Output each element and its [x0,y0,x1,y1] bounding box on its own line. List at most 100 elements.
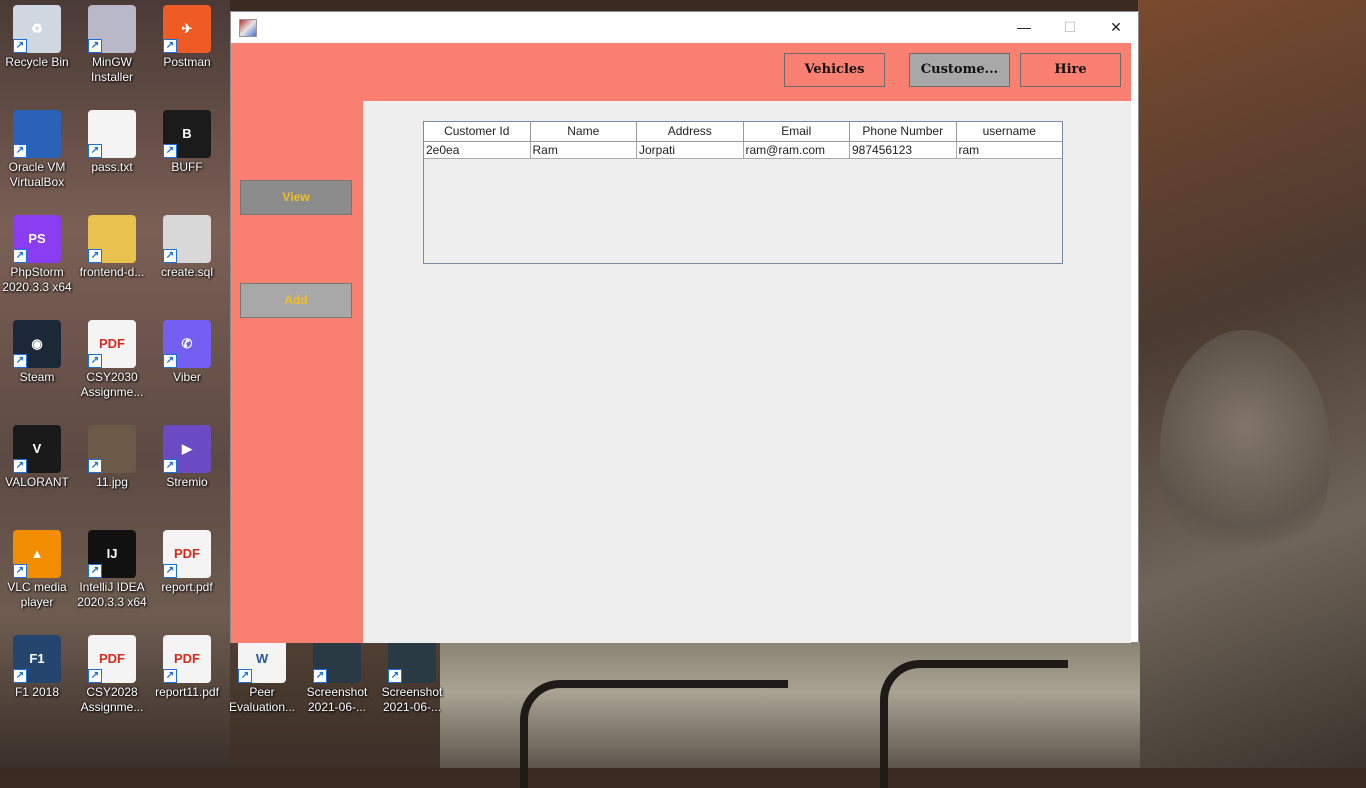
shortcut-arrow-icon: ↗ [163,564,177,578]
desktop-shortcut-label: Screenshot 2021-06-... [381,685,443,714]
f1-game-icon: F1 ↗ [13,635,61,683]
shortcut-arrow-icon: ↗ [238,669,252,683]
desktop-shortcut-label: PhpStorm 2020.3.3 x64 [2,265,72,294]
desktop-shortcut-label: Oracle VM VirtualBox [8,160,66,189]
view-button[interactable]: View [240,180,352,215]
table-cell[interactable]: 2e0ea [424,142,531,158]
maximize-button[interactable]: ☐ [1047,12,1093,43]
shortcut-arrow-icon: ↗ [88,249,102,263]
sql-file-icon: ↗ [163,215,211,263]
column-header[interactable]: Phone Number [850,122,957,141]
shortcut-arrow-icon: ↗ [88,144,102,158]
desktop-shortcut[interactable]: ↗ create.sql [150,215,224,280]
pdf-icon: PDF ↗ [163,635,211,683]
desktop-shortcut[interactable]: ↗ Oracle VM VirtualBox [0,110,74,190]
desktop-shortcut[interactable]: ↗ 11.jpg [75,425,149,490]
desktop-shortcut[interactable]: ✆ ↗ Viber [150,320,224,385]
folder-icon: ↗ [88,215,136,263]
add-button[interactable]: Add [240,283,352,318]
pdf-icon: PDF ↗ [88,635,136,683]
shortcut-arrow-icon: ↗ [13,144,27,158]
vehicles-nav-button[interactable]: Vehicles [784,53,885,87]
desktop-shortcut-label: F1 2018 [14,685,60,699]
desktop-shortcut[interactable]: B ↗ BUFF [150,110,224,175]
table-cell[interactable]: Jorpati [637,142,744,158]
customers-table[interactable]: Customer Id Name Address Email Phone Number u… [423,121,1063,264]
shortcut-arrow-icon: ↗ [163,459,177,473]
desktop-shortcut[interactable]: ↗ Screenshot 2021-06-... [300,635,374,715]
shortcut-arrow-icon: ↗ [88,39,102,53]
desktop-shortcut[interactable]: ♻ ↗ Recycle Bin [0,5,74,70]
customers-nav-button[interactable]: Custome... [909,53,1010,87]
viber-icon: ✆ ↗ [163,320,211,368]
desktop-shortcut[interactable]: PDF ↗ report.pdf [150,530,224,595]
desktop-shortcut-label: CSY2028 Assignme... [80,685,144,714]
desktop-shortcut[interactable]: ↗ frontend-d... [75,215,149,280]
table-cell[interactable]: 987456123 [850,142,957,158]
table-row[interactable]: 2e0ea Ram Jorpati ram@ram.com 987456123 ram [424,142,1062,159]
shortcut-arrow-icon: ↗ [88,354,102,368]
desktop-shortcut[interactable]: ↗ Screenshot 2021-06-... [375,635,449,715]
window-content: Vehicles Custome... Hire View Add Custom… [231,43,1131,643]
shortcut-arrow-icon: ↗ [88,564,102,578]
desktop-shortcut[interactable]: IJ ↗ IntelliJ IDEA 2020.3.3 x64 [75,530,149,610]
shortcut-arrow-icon: ↗ [88,669,102,683]
desktop-shortcut-label: 11.jpg [96,475,128,489]
desktop-shortcut-label: Stremio [166,475,208,489]
desktop-shortcut[interactable]: PS ↗ PhpStorm 2020.3.3 x64 [0,215,74,295]
desktop-shortcut-label: pass.txt [91,160,133,174]
recycle-bin-icon: ♻ ↗ [13,5,61,53]
desktop-shortcut[interactable]: ↗ MinGW Installer [75,5,149,85]
shortcut-arrow-icon: ↗ [163,249,177,263]
desktop-shortcut[interactable]: PDF ↗ CSY2028 Assignme... [75,635,149,715]
column-header[interactable]: Address [637,122,744,141]
desktop-shortcut-label: frontend-d... [79,265,145,279]
desktop-shortcut-label: VLC media player [7,580,67,609]
column-header[interactable]: Name [531,122,637,141]
app-window: — ☐ ✕ Vehicles Custome... Hire View Add … [230,11,1139,643]
main-panel: Customer Id Name Address Email Phone Number u… [363,101,1131,643]
table-cell[interactable]: ram [957,142,1063,158]
shortcut-arrow-icon: ↗ [88,459,102,473]
shortcut-arrow-icon: ↗ [13,669,27,683]
hire-nav-button[interactable]: Hire [1020,53,1121,87]
installer-icon: ↗ [88,5,136,53]
desktop-shortcut-label: Postman [163,55,211,69]
desktop-shortcut[interactable]: ▶ ↗ Stremio [150,425,224,490]
shortcut-arrow-icon: ↗ [163,669,177,683]
desktop-shortcut[interactable]: V ↗ VALORANT [0,425,74,490]
desktop-shortcut[interactable]: ◉ ↗ Steam [0,320,74,385]
shortcut-arrow-icon: ↗ [13,354,27,368]
close-button[interactable]: ✕ [1093,12,1139,43]
desktop-shortcut[interactable]: ↗ pass.txt [75,110,149,175]
shortcut-arrow-icon: ↗ [163,144,177,158]
buff-icon: B ↗ [163,110,211,158]
desktop-shortcut[interactable]: ▲ ↗ VLC media player [0,530,74,610]
desktop-shortcut-label: Steam [19,370,55,384]
java-app-icon [239,19,257,37]
desktop-shortcut-label: MinGW Installer [90,55,134,84]
table-cell[interactable]: Ram [531,142,637,158]
desktop-shortcut-label: Peer Evaluation... [228,685,296,714]
table-header: Customer Id Name Address Email Phone Number u… [424,122,1062,142]
intellij-icon: IJ ↗ [88,530,136,578]
column-header[interactable]: Customer Id [424,122,531,141]
desktop-shortcut[interactable]: W ↗ Peer Evaluation... [225,635,299,715]
table-cell[interactable]: ram@ram.com [744,142,850,158]
shortcut-arrow-icon: ↗ [13,459,27,473]
title-bar[interactable]: — ☐ ✕ [231,12,1138,43]
table-body: 2e0ea Ram Jorpati ram@ram.com 987456123 ram [424,142,1062,159]
column-header[interactable]: Email [744,122,850,141]
desktop-shortcut[interactable]: PDF ↗ report11.pdf [150,635,224,700]
desktop-shortcut[interactable]: PDF ↗ CSY2030 Assignme... [75,320,149,400]
minimize-button[interactable]: — [1001,12,1047,43]
phpstorm-icon: PS ↗ [13,215,61,263]
desktop-shortcut-label: CSY2030 Assignme... [80,370,144,399]
column-header[interactable]: username [957,122,1063,141]
steam-icon: ◉ ↗ [13,320,61,368]
vlc-icon: ▲ ↗ [13,530,61,578]
desktop-shortcut[interactable]: ✈ ↗ Postman [150,5,224,70]
desktop-shortcut[interactable]: F1 ↗ F1 2018 [0,635,74,700]
wallpaper-figure [1160,330,1330,570]
sidebar: View Add [231,101,363,643]
